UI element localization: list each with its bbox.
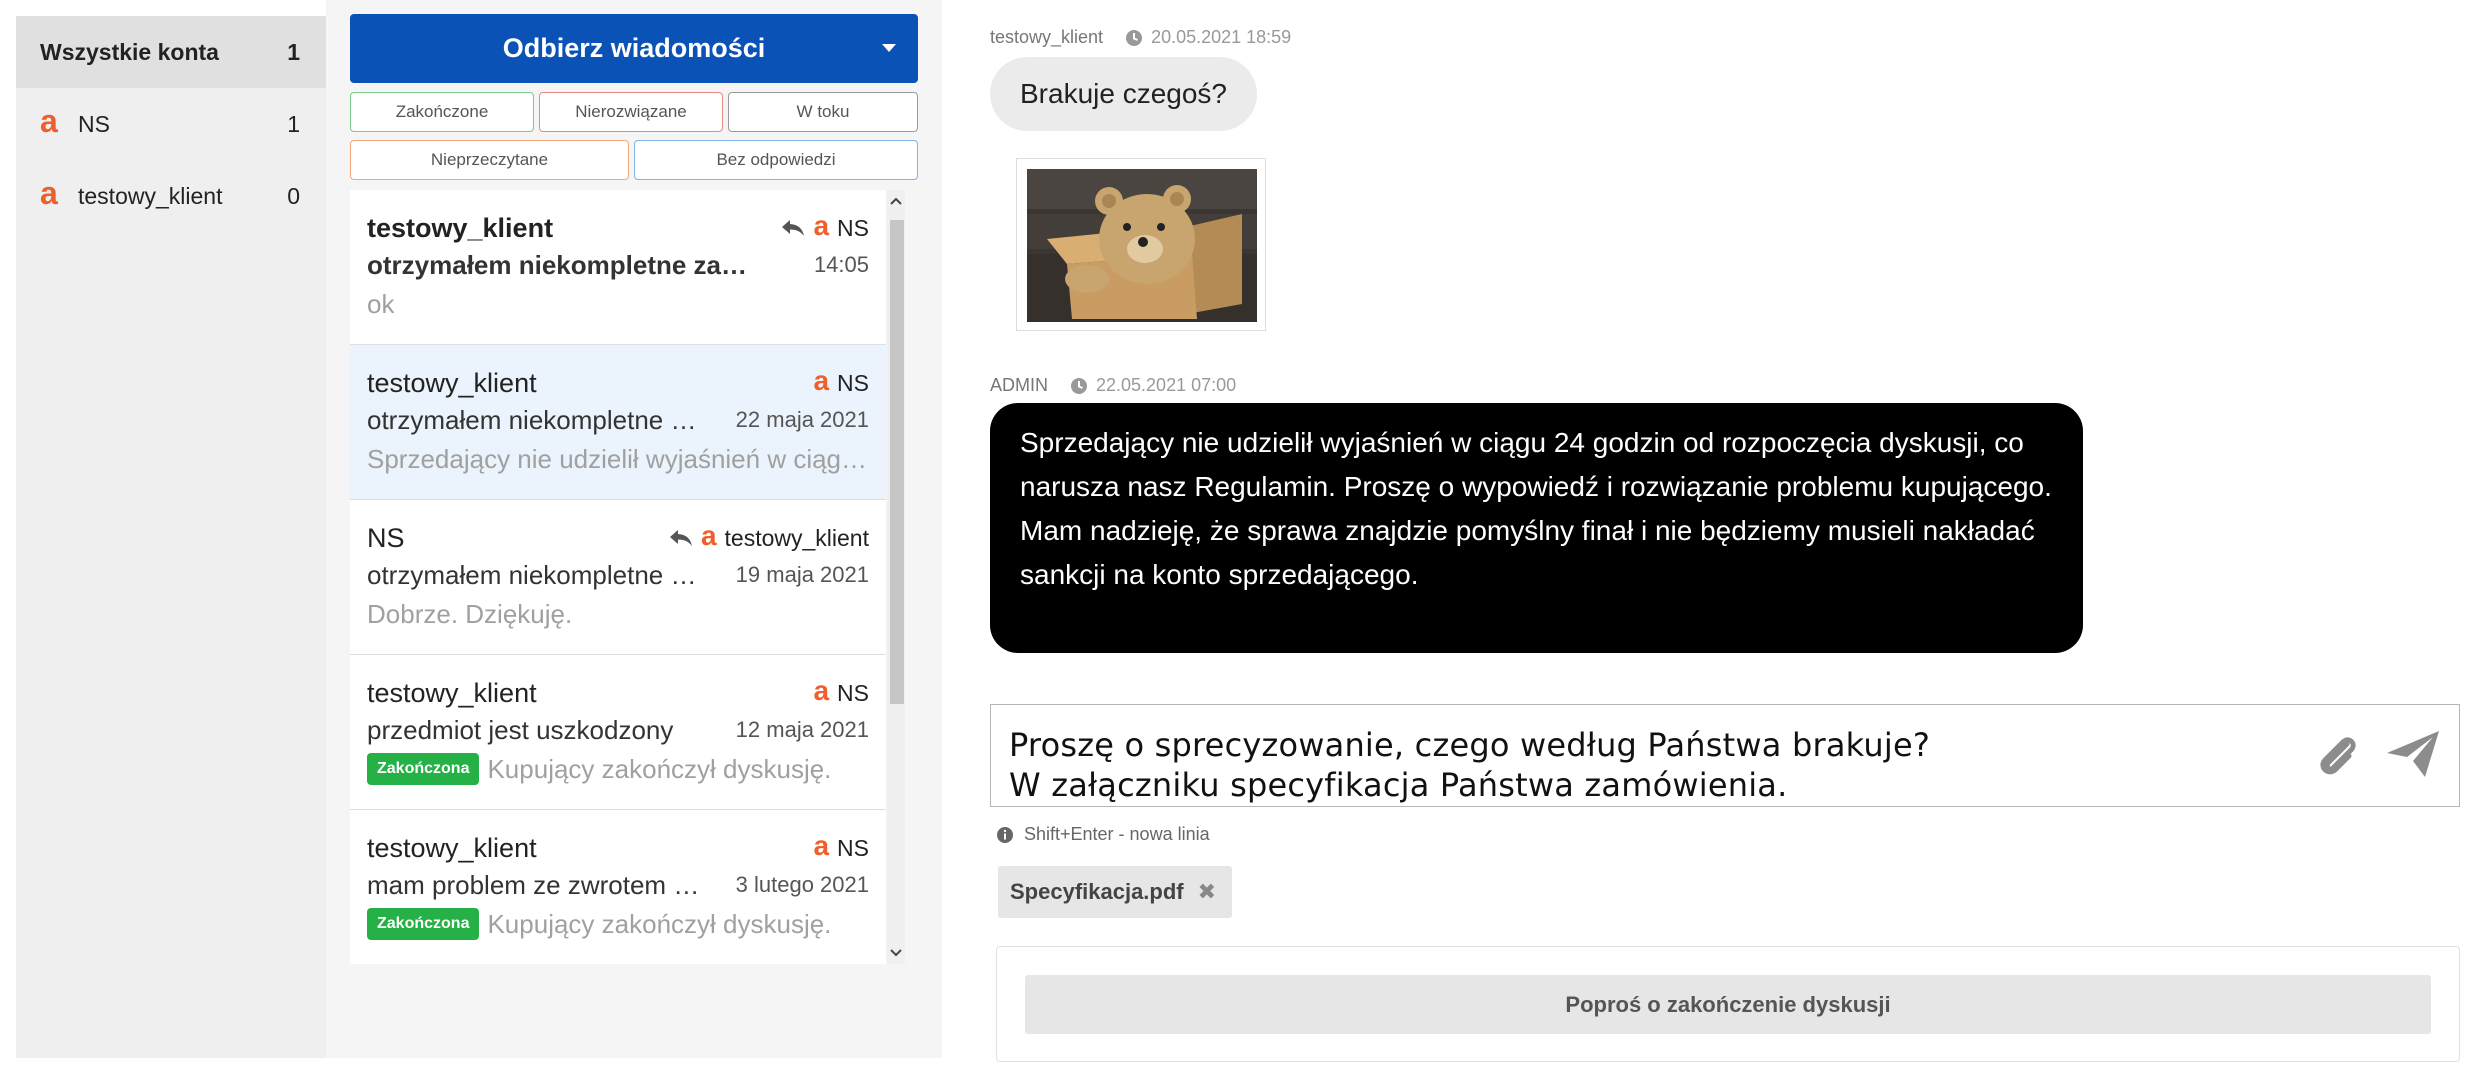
accounts-sidebar: Wszystkie konta 1 a NS 1 a testowy_klien… <box>16 16 326 1058</box>
admin-message-bubble: Sprzedający nie udzielił wyjaśnień w cią… <box>990 403 2083 653</box>
thread-author: testowy_klient <box>367 832 537 863</box>
message-meta: testowy_klient 20.05.2021 18:59 <box>990 27 1291 48</box>
receive-messages-button[interactable]: Odbierz wiadomości <box>350 14 918 83</box>
account-count: 1 <box>287 110 300 137</box>
thread-subject: otrzymałem niekompletne zamówienie <box>367 404 702 435</box>
thread-list-panel: Odbierz wiadomości Zakończone Nierozwiąz… <box>326 0 942 1058</box>
scroll-up-arrow-icon[interactable] <box>887 190 905 212</box>
allegro-logo-icon: a <box>813 364 830 396</box>
teddy-bear-image <box>1027 169 1257 322</box>
thread-account-name: NS <box>837 679 869 706</box>
thread-date: 22 maja 2021 <box>735 407 869 432</box>
allegro-logo-icon: a <box>813 674 830 706</box>
thread-item[interactable]: testowy_klient a NS mam problem ze zwrot… <box>350 810 886 964</box>
thread-account-name: NS <box>837 214 869 241</box>
allegro-logo-icon: a <box>813 209 830 241</box>
thread-date: 19 maja 2021 <box>735 562 869 587</box>
allegro-logo-icon: a <box>40 175 58 211</box>
thread-preview: Kupujący zakończył dyskusję. <box>487 908 832 939</box>
thread-date: 3 lutego 2021 <box>735 872 869 897</box>
thread-author: NS <box>367 522 405 553</box>
reply-icon <box>781 219 805 237</box>
filter-in-progress-button[interactable]: W toku <box>728 92 918 132</box>
thread-account-name: NS <box>837 369 869 396</box>
scroll-down-arrow-icon[interactable] <box>887 942 905 964</box>
message-time: 20.05.2021 18:59 <box>1151 27 1292 47</box>
thread-list-scrollbar[interactable] <box>887 190 905 964</box>
receive-messages-label: Odbierz wiadomości <box>502 33 766 63</box>
clock-icon <box>1070 377 1088 395</box>
thread-account: a NS <box>781 209 869 242</box>
thread-author: testowy_klient <box>367 367 537 398</box>
account-count: 1 <box>287 38 300 65</box>
send-icon[interactable] <box>2385 729 2441 788</box>
thread-preview: Kupujący zakończył dyskusję. <box>487 753 832 784</box>
message-author: ADMIN <box>990 375 1048 395</box>
thread-subject: otrzymałem niekompletne zamówienie <box>367 559 702 590</box>
filter-unresolved-button[interactable]: Nierozwiązane <box>539 92 723 132</box>
reply-textarea[interactable]: Proszę o sprecyzowanie, czego według Pań… <box>990 704 2460 807</box>
close-discussion-panel: Poproś o zakończenie dyskusji <box>996 946 2460 1062</box>
scroll-thumb[interactable] <box>890 220 904 704</box>
attached-file-chip: Specyfikacja.pdf ✖ <box>998 866 1233 918</box>
filter-unread-button[interactable]: Nieprzeczytane <box>350 140 629 180</box>
allegro-logo-icon: a <box>700 519 717 551</box>
account-name: testowy_klient <box>78 182 223 209</box>
message-author: testowy_klient <box>990 27 1104 47</box>
thread-author: testowy_klient <box>367 212 554 243</box>
incoming-message-bubble: Brakuje czegoś? <box>990 57 1258 131</box>
filter-no-answer-button[interactable]: Bez odpowiedzi <box>634 140 918 180</box>
status-badge: Zakończona <box>367 753 480 785</box>
message-time: 22.05.2021 07:00 <box>1096 375 1237 395</box>
thread-date: 12 maja 2021 <box>735 717 869 742</box>
thread-subject: otrzymałem niekompletne zamówienie <box>367 249 767 280</box>
thread-account: a testowy_klient <box>669 519 869 552</box>
message-paragraph: Mam nadzieję, że sprawa znajdzie pomyśln… <box>1020 515 2035 590</box>
account-name: NS <box>78 110 110 137</box>
filter-completed-button[interactable]: Zakończone <box>350 92 534 132</box>
newline-hint: Shift+Enter - nowa linia <box>996 824 1210 845</box>
message-meta: ADMIN 22.05.2021 07:00 <box>990 375 1236 396</box>
message-text: Brakuje czegoś? <box>1020 78 1228 109</box>
thread-account: a NS <box>813 829 869 862</box>
request-close-discussion-button[interactable]: Poproś o zakończenie dyskusji <box>1025 975 2431 1034</box>
thread-account-name: NS <box>837 834 869 861</box>
remove-file-icon[interactable]: ✖ <box>1198 879 1216 905</box>
thread-subject: mam problem ze zwrotem towaru <box>367 869 702 900</box>
thread-subject: przedmiot jest uszkodzony <box>367 714 674 745</box>
dropdown-caret-icon[interactable] <box>882 44 896 52</box>
thread-preview: Dobrze. Dziękuję. <box>367 598 573 629</box>
attached-file-name: Specyfikacja.pdf <box>1010 879 1184 904</box>
reply-icon <box>669 529 693 547</box>
account-count: 0 <box>287 182 300 209</box>
account-item-all[interactable]: Wszystkie konta 1 <box>16 16 326 88</box>
account-name: Wszystkie konta <box>40 38 219 65</box>
allegro-logo-icon: a <box>40 103 58 139</box>
thread-item[interactable]: NS a testowy_klient otrzymałem niekomple… <box>350 500 886 655</box>
status-badge: Zakończona <box>367 908 480 940</box>
hint-text: Shift+Enter - nowa linia <box>1024 824 1210 844</box>
message-paragraph: Sprzedający nie udzielił wyjaśnień w cią… <box>1020 427 2052 502</box>
account-item-testowy-klient[interactable]: a testowy_klient 0 <box>16 160 326 232</box>
reply-text[interactable]: Proszę o sprecyzowanie, czego według Pań… <box>1009 725 2441 805</box>
thread-preview: Sprzedający nie udzielił wyjaśnień w cią… <box>367 443 869 474</box>
paperclip-icon[interactable] <box>2315 732 2363 789</box>
thread-date: 14:05 <box>813 252 869 277</box>
allegro-logo-icon: a <box>813 829 830 861</box>
thread-author: testowy_klient <box>367 677 537 708</box>
clock-icon <box>1125 29 1143 47</box>
info-icon <box>996 826 1014 844</box>
message-image-attachment[interactable] <box>1016 158 1266 331</box>
thread-item[interactable]: testowy_klient a NS przedmiot jest uszko… <box>350 655 886 810</box>
account-item-ns[interactable]: a NS 1 <box>16 88 326 160</box>
thread-account: a NS <box>813 674 869 707</box>
thread-account: a NS <box>813 364 869 397</box>
thread-item[interactable]: testowy_klient a NS otrzymałem niekomple… <box>350 345 886 500</box>
thread-item[interactable]: testowy_klient a NS otrzymałem niekomple… <box>350 190 886 345</box>
thread-preview: ok <box>367 288 395 319</box>
thread-list: testowy_klient a NS otrzymałem niekomple… <box>350 190 886 964</box>
thread-account-name: testowy_klient <box>724 524 869 551</box>
